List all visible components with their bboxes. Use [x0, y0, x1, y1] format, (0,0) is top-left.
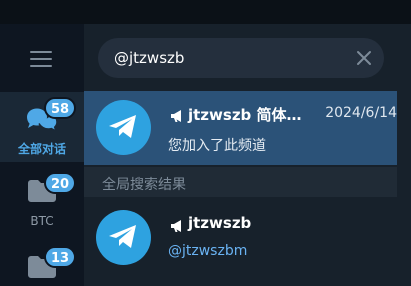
global-result-row[interactable]: jtzwszb @jtzwszbm [84, 201, 397, 275]
channel-megaphone-icon [171, 110, 181, 122]
channel-megaphone-icon [171, 220, 181, 232]
hamburger-menu-icon[interactable] [28, 48, 54, 70]
folder-3[interactable]: 13 [0, 244, 84, 286]
chat-list-panel: jtzwszb 简体… 2024/6/14 您加入了此频道 全局搜索结果 jtz… [84, 0, 411, 286]
channel-name: jtzwszb [188, 214, 252, 232]
unread-badge: 20 [44, 172, 77, 194]
telegram-plane-icon [109, 115, 136, 138]
message-date: 2024/6/14 [325, 105, 397, 121]
last-message-preview: 您加入了此频道 [168, 138, 266, 154]
channel-username: @jtzwszbm [168, 243, 248, 259]
folder-rail: 58 全部对话 20 BTC 13 [0, 0, 84, 286]
folder-btc[interactable]: 20 BTC [0, 170, 84, 234]
scrollbar[interactable] [400, 91, 411, 165]
title-bar-strip [84, 0, 411, 24]
search-input[interactable] [114, 38, 344, 78]
search-result-row[interactable]: jtzwszb 简体… 2024/6/14 您加入了此频道 [84, 91, 397, 165]
channel-name: jtzwszb 简体… [188, 106, 302, 124]
title-bar-strip [0, 0, 84, 24]
folder-all-chats[interactable]: 58 全部对话 [0, 92, 84, 162]
unread-badge: 13 [44, 246, 77, 268]
search-box[interactable] [98, 38, 384, 78]
section-title: 全局搜索结果 [102, 177, 186, 193]
section-header-global-results: 全局搜索结果 [84, 167, 397, 197]
telegram-plane-icon [109, 225, 136, 248]
channel-avatar [96, 100, 151, 155]
folder-label: BTC [30, 214, 54, 228]
channel-avatar [96, 210, 151, 265]
folder-label: 全部对话 [17, 142, 66, 156]
close-icon[interactable] [356, 50, 372, 66]
unread-badge: 58 [44, 97, 77, 119]
